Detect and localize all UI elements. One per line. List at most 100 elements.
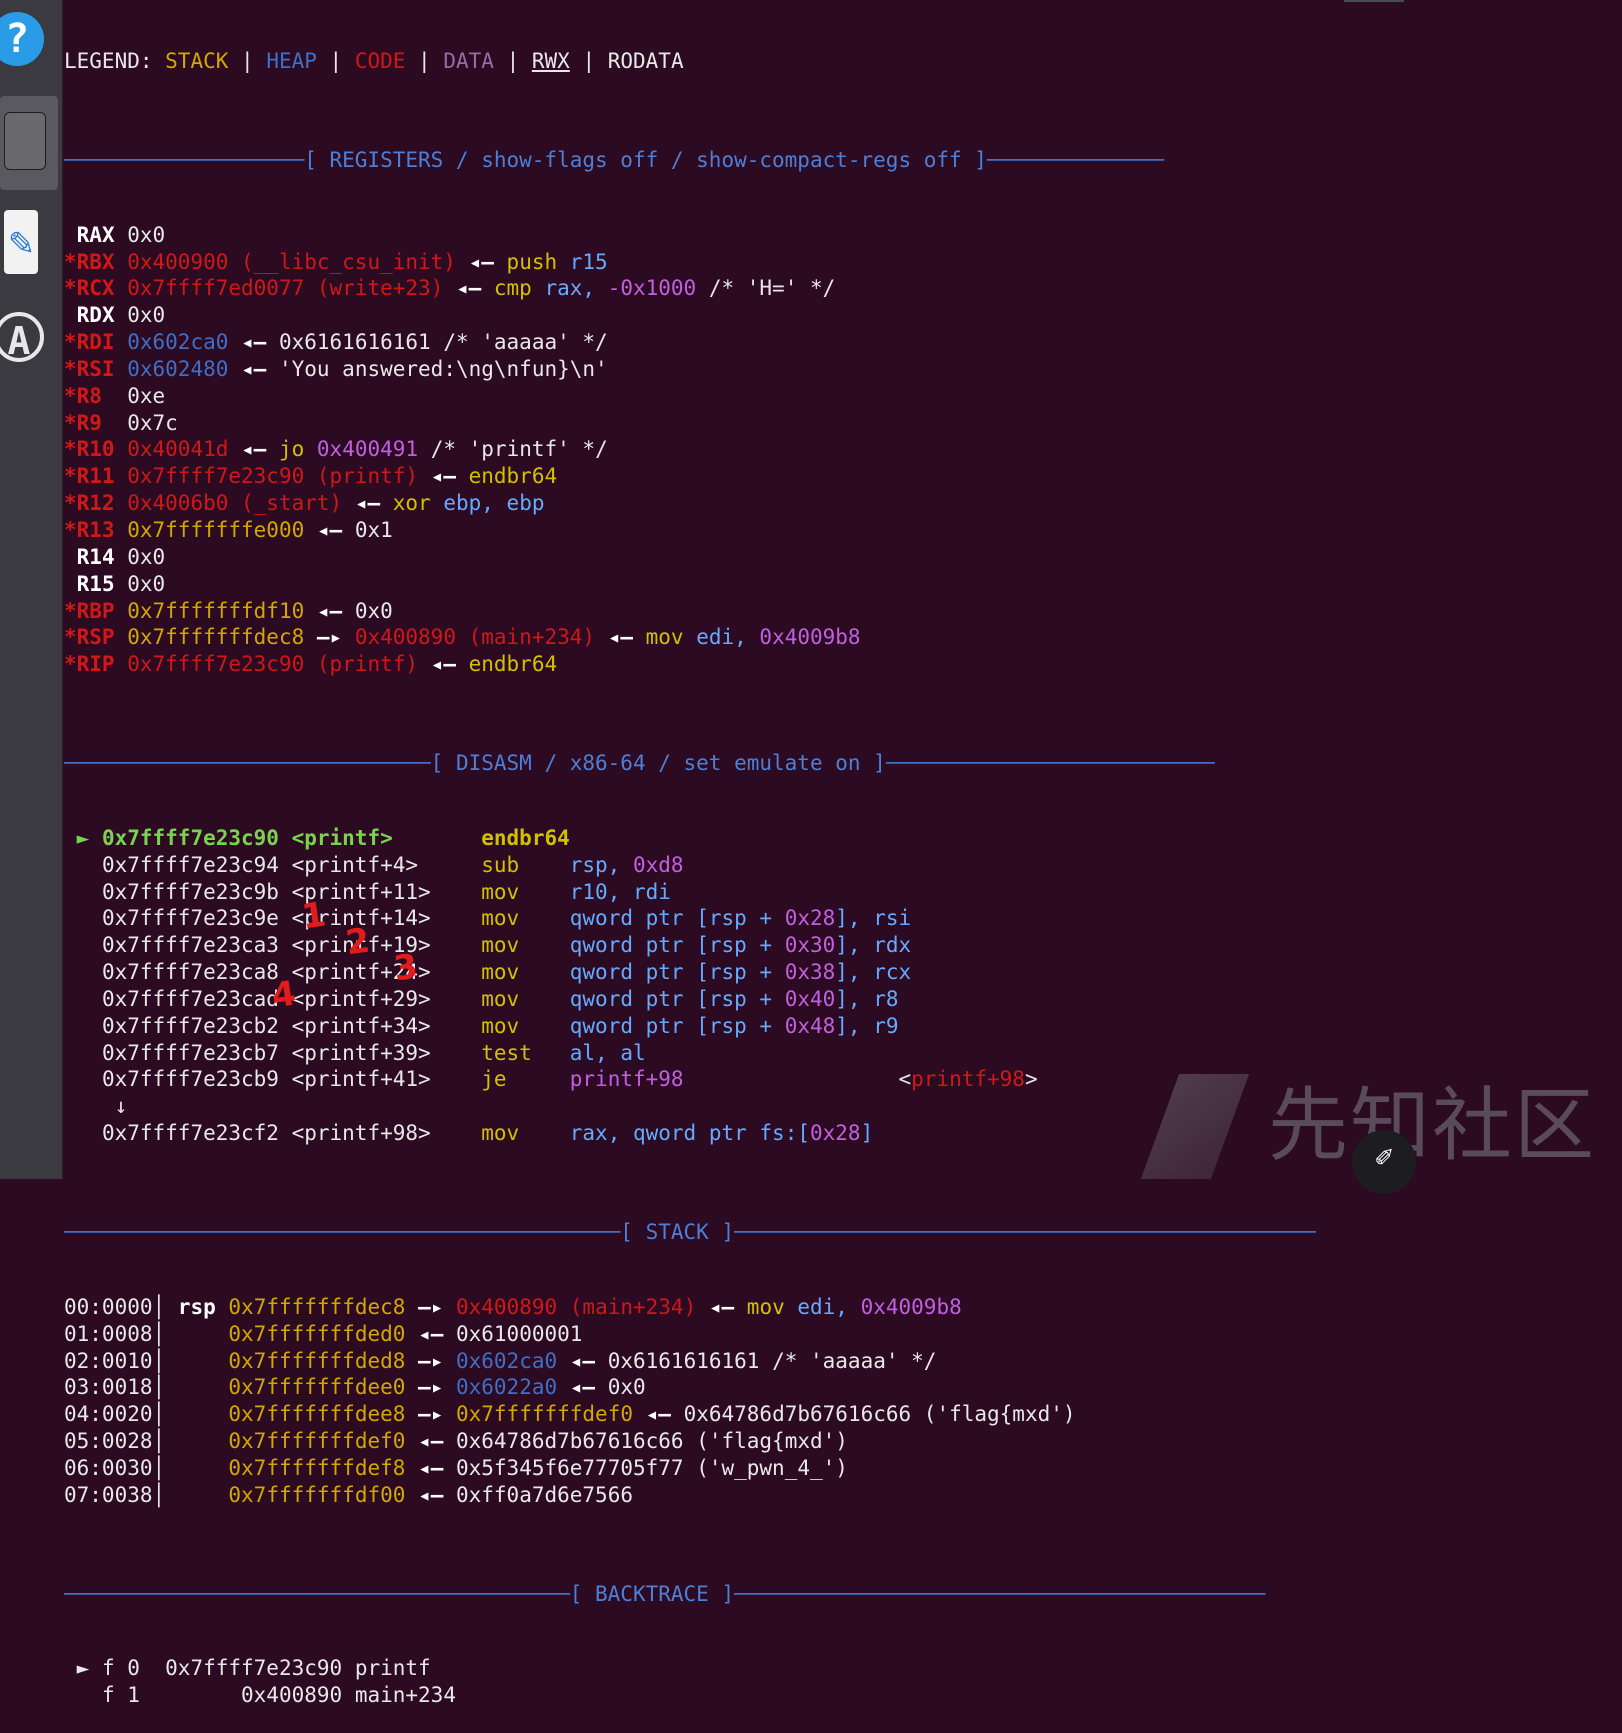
- instruction-mnemonic: endbr64: [481, 825, 570, 850]
- edit-image-button[interactable]: ✐: [1352, 1130, 1416, 1194]
- instruction-operand: 0x30: [784, 933, 836, 958]
- instruction-operand: qword ptr [rsp +: [569, 1013, 785, 1038]
- register-deref: -0x1000: [607, 276, 697, 301]
- disasm-header: ─────────────────────────────[ DISASM / …: [64, 751, 1215, 776]
- register-value: 0x400900 (__libc_csu_init): [127, 249, 456, 274]
- register-value: 0x7c: [127, 410, 178, 435]
- register-value: 0xe: [127, 383, 166, 408]
- register-value: 0x602ca0: [127, 330, 229, 355]
- stack-row: 00:0000│ rsp 0x7fffffffdec8 —▸ 0x400890 …: [64, 1294, 962, 1319]
- instruction-operand: rsp,: [569, 852, 633, 877]
- register-name: *RDI: [64, 330, 115, 355]
- instruction-operand: ], rsi: [835, 906, 912, 931]
- software-store-icon[interactable]: A: [0, 312, 44, 363]
- stack-value: ◂—: [405, 1482, 456, 1507]
- register-name: *R12: [64, 491, 115, 516]
- stack-address: 0x7fffffffded8: [228, 1348, 406, 1373]
- stack-value: —▸: [405, 1348, 456, 1373]
- watermark-logo-icon: [1140, 1074, 1250, 1179]
- disasm-panel: ► 0x7ffff7e23c90 <printf> endbr64 0x7fff…: [64, 825, 1144, 1147]
- register-deref: rax,: [531, 276, 608, 301]
- stack-value: 0x61000001: [455, 1321, 583, 1346]
- stack-value: 0x5f345f6e77705f77 ('w_pwn_4_'): [455, 1455, 848, 1480]
- register-value: 0x0: [127, 222, 166, 247]
- register-name: RAX: [76, 222, 115, 247]
- stack-row: 07:0038│ 0x7fffffffdf00 ◂— 0xff0a7d6e756…: [64, 1482, 633, 1507]
- stack-value: edi,: [784, 1294, 861, 1319]
- stack-value: ◂—: [557, 1348, 608, 1373]
- legend-line: LEGEND: STACK | HEAP | CODE | DATA | RWX…: [64, 49, 684, 73]
- instruction-operand: 0x48: [784, 1013, 836, 1038]
- annotation-1: 1: [299, 894, 329, 938]
- register-name: R15: [76, 571, 115, 596]
- stack-value: 0x602ca0: [455, 1348, 558, 1373]
- instruction-operand: 0x28: [809, 1121, 861, 1146]
- stack-address: 0x7fffffffdec8: [228, 1294, 406, 1319]
- instruction-operand: printf+98: [569, 1067, 684, 1092]
- register-row: *RIP 0x7ffff7e23c90 (printf) ◂— endbr64: [64, 651, 1144, 678]
- instruction-operand: <: [683, 1067, 912, 1092]
- instruction-address: 0x7ffff7e23c90 <printf>: [101, 825, 393, 850]
- instruction-address: 0x7ffff7e23c9e <printf+14>: [101, 906, 431, 931]
- disasm-row: 0x7ffff7e23c9b <printf+11> mov r10, rdi: [64, 879, 1144, 906]
- stack-value: 0x0: [607, 1375, 646, 1400]
- stack-value: mov: [746, 1294, 785, 1319]
- register-deref: ◂—: [228, 330, 279, 355]
- register-name: *R11: [64, 464, 115, 489]
- register-deref: 0x400890 (main+234): [354, 625, 596, 650]
- stack-value: —▸: [405, 1294, 456, 1319]
- disasm-row: ↓: [64, 1093, 1144, 1120]
- instruction-mnemonic: mov: [481, 1121, 520, 1146]
- instruction-operand: 0x28: [784, 906, 836, 931]
- instruction-operand: ], rdx: [835, 933, 912, 958]
- annotation-2: 2: [343, 920, 373, 964]
- stack-address: 0x7fffffffdf00: [228, 1482, 406, 1507]
- register-name: *RSI: [64, 356, 115, 381]
- stack-value: 0x6161616161 /* 'aaaaa' */: [607, 1348, 937, 1373]
- instruction-address: 0x7ffff7e23cb7 <printf+39>: [101, 1040, 431, 1065]
- register-row: *R11 0x7ffff7e23c90 (printf) ◂— endbr64: [64, 463, 1144, 490]
- register-value: 0x7ffff7e23c90 (printf): [127, 652, 419, 677]
- terminal-icon[interactable]: [4, 112, 46, 170]
- stack-row: 03:0018│ 0x7fffffffdee0 —▸ 0x6022a0 ◂— 0…: [64, 1375, 646, 1400]
- register-value: 0x602480: [127, 356, 229, 381]
- register-value: 0x7fffffffdec8: [127, 625, 305, 650]
- terminal-output[interactable]: LEGEND: STACK | HEAP | CODE | DATA | RWX…: [64, 0, 1316, 1733]
- instruction-operand: ], r9: [835, 1013, 899, 1038]
- stack-value: 0x6022a0: [455, 1375, 558, 1400]
- register-name: *R9: [64, 410, 102, 435]
- help-icon[interactable]: ?: [0, 12, 44, 66]
- registers-header: ───────────────────[ REGISTERS / show-fl…: [64, 147, 1164, 172]
- register-deref: /* 'H=' */: [696, 276, 836, 301]
- watermark-text: 先知社区: [1268, 1079, 1596, 1172]
- instruction-operand: 0xd8: [632, 852, 684, 877]
- stack-value: 0x400890 (main+234): [456, 1294, 697, 1319]
- instruction-operand: qword ptr [rsp +: [569, 960, 785, 985]
- register-name: *R13: [64, 517, 115, 542]
- register-value: 0x40041d: [127, 437, 229, 462]
- instruction-mnemonic: je: [481, 1067, 507, 1092]
- stack-index: 03:0018: [64, 1375, 153, 1400]
- text-editor-icon[interactable]: ✎: [4, 210, 38, 274]
- stack-index: 02:0010: [64, 1348, 153, 1373]
- register-deref: edi,: [683, 625, 760, 650]
- legend-rwx: RWX: [531, 49, 570, 73]
- register-name: *RSP: [64, 625, 115, 650]
- legend-heap: HEAP: [266, 49, 317, 73]
- stack-address: 0x7fffffffdef0: [228, 1429, 406, 1454]
- stack-index: 07:0038: [64, 1482, 153, 1507]
- register-name: *RBX: [64, 249, 115, 274]
- register-deref: jo: [278, 437, 305, 462]
- instruction-operand: al, al: [569, 1040, 646, 1065]
- register-name: RDX: [76, 303, 115, 328]
- stack-row: 02:0010│ 0x7fffffffded8 —▸ 0x602ca0 ◂— 0…: [64, 1348, 937, 1373]
- frame-marker: ► f 0: [76, 1656, 140, 1681]
- register-deref: 'You answered:\ng\nfun}\n': [278, 356, 608, 381]
- backtrace-panel: ► f 0 0x7ffff7e23c90 printf f 1 0x400890…: [64, 1655, 1144, 1709]
- disasm-row: 0x7ffff7e23c9e <printf+14> mov qword ptr…: [64, 905, 1144, 932]
- register-row: *R9 0x7c: [64, 410, 1144, 437]
- disasm-row: 0x7ffff7e23ca8 <printf+24> mov qword ptr…: [64, 959, 1144, 986]
- stack-index: 01:0008: [64, 1321, 153, 1346]
- instruction-address: 0x7ffff7e23cb2 <printf+34>: [101, 1013, 431, 1038]
- legend-rodata: RODATA: [607, 49, 684, 73]
